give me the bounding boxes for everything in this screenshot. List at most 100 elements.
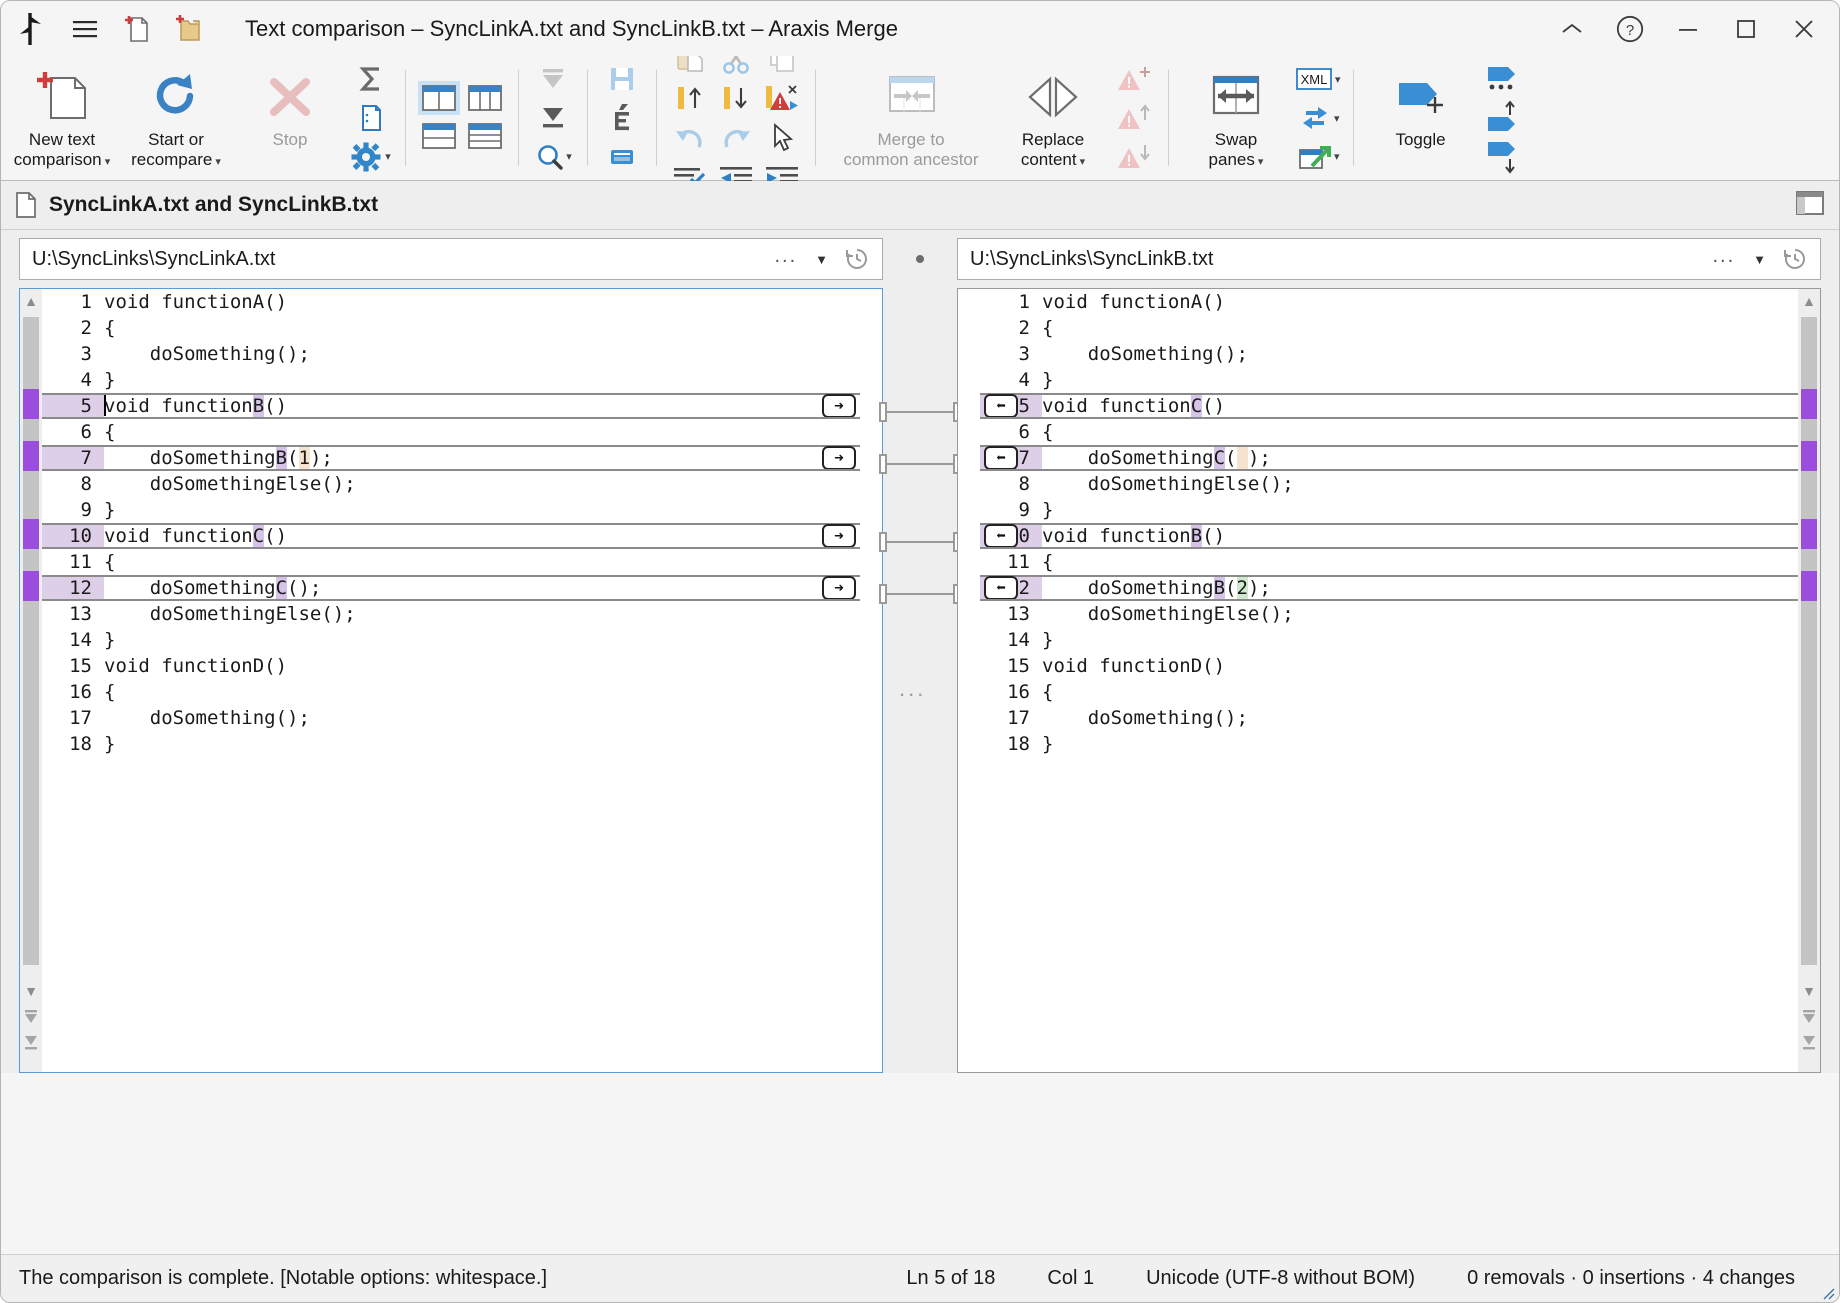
code-line[interactable]: 3 doSomething();	[980, 341, 1798, 367]
code-line[interactable]: 5void functionB()➜	[42, 393, 860, 419]
three-pane-layout-button[interactable]	[462, 78, 508, 118]
new-file-comparison-button[interactable]	[111, 7, 163, 51]
dock-panel-button[interactable]	[1793, 188, 1827, 218]
next-conflict-button[interactable]	[1112, 137, 1156, 176]
code-line[interactable]: 10void functionC()➜	[42, 523, 860, 549]
gutter-scroll-down-arrow[interactable]: ▼	[23, 983, 39, 999]
left-path-history-button[interactable]	[838, 246, 876, 272]
bookmark-down-button[interactable]	[1480, 137, 1524, 176]
first-change-button[interactable]	[531, 60, 575, 99]
chevron-down-icon[interactable]: ▾	[566, 150, 572, 163]
stacked-three-layout-button[interactable]	[462, 118, 508, 158]
code-line[interactable]: 16{	[980, 679, 1798, 705]
status-encoding[interactable]: Unicode (UTF-8 without BOM)	[1120, 1267, 1441, 1290]
right-path-history-button[interactable]	[1776, 246, 1814, 272]
code-line[interactable]: 17 doSomething();	[42, 705, 860, 731]
left-code-lines[interactable]: 1void functionA()2{3 doSomething();4}5vo…	[42, 289, 860, 1072]
options-button[interactable]: ▾	[349, 137, 393, 176]
merge-to-common-ancestor-button[interactable]: Merge to common ancestor	[826, 56, 996, 180]
minimize-button[interactable]	[1659, 4, 1717, 54]
statistics-button[interactable]	[349, 60, 393, 99]
code-line[interactable]: 12 doSomethingC();➜	[42, 575, 860, 601]
code-line[interactable]: 7 doSomethingB(1);➜	[42, 445, 860, 471]
sync-links-button[interactable]: ▾	[1295, 99, 1341, 138]
stacked-two-layout-button[interactable]	[416, 118, 462, 158]
merge-right-button[interactable]: ➜	[822, 524, 856, 548]
chevron-down-icon[interactable]: ▾	[1334, 112, 1340, 125]
right-change-gutter[interactable]: ▲ ▼	[1798, 289, 1820, 1072]
encoding-button[interactable]	[600, 99, 644, 138]
insert-line-below-button[interactable]	[713, 78, 759, 118]
gutter-change-marker[interactable]	[1801, 519, 1817, 549]
gutter-last-change-button[interactable]	[22, 1033, 40, 1053]
two-pane-layout-button[interactable]	[416, 78, 462, 118]
merge-left-button[interactable]: ⬅	[984, 524, 1018, 548]
chevron-down-icon[interactable]: ▾	[102, 156, 111, 168]
toggle-bookmark-button[interactable]: Toggle	[1364, 56, 1478, 180]
code-line[interactable]: 8 doSomethingElse();	[980, 471, 1798, 497]
gutter-change-marker[interactable]	[23, 519, 39, 549]
left-path-dropdown-button[interactable]: ▼	[805, 252, 838, 267]
swap-panes-button[interactable]: Swap panes ▾	[1179, 56, 1293, 180]
delete-line-button[interactable]	[759, 78, 805, 118]
left-browse-button[interactable]: ...	[774, 245, 805, 274]
gutter-change-marker[interactable]	[23, 389, 39, 419]
right-path-field[interactable]: U:\SyncLinks\SyncLinkB.txt ... ▼	[957, 238, 1821, 280]
xml-format-button[interactable]: XML ▾	[1295, 60, 1341, 99]
code-line[interactable]: 18}	[980, 731, 1798, 757]
pointer-button[interactable]	[759, 118, 805, 158]
code-line[interactable]: 6{	[42, 419, 860, 445]
chevron-down-icon[interactable]: ▾	[1255, 156, 1264, 168]
code-line[interactable]: 14}	[42, 627, 860, 653]
start-or-recompare-button[interactable]: Start or recompare ▾	[119, 56, 233, 180]
add-conflict-button[interactable]	[1112, 60, 1156, 99]
code-line[interactable]: 11{	[42, 549, 860, 575]
gutter-first-change-button[interactable]	[1800, 1007, 1818, 1027]
redo-button[interactable]	[713, 118, 759, 158]
code-line[interactable]: 9}	[42, 497, 860, 523]
bookmark-up-button[interactable]	[1480, 99, 1524, 138]
code-line[interactable]: 8 doSomethingElse();	[42, 471, 860, 497]
bookmark-more-button[interactable]	[1480, 60, 1524, 99]
code-line[interactable]: 17 doSomething();	[980, 705, 1798, 731]
code-line[interactable]: 9}	[980, 497, 1798, 523]
gutter-scroll-up-arrow[interactable]: ▲	[23, 293, 39, 309]
code-line[interactable]: 12 doSomethingB(2);⬅	[980, 575, 1798, 601]
gutter-change-marker[interactable]	[23, 571, 39, 601]
code-line[interactable]: 2{	[980, 315, 1798, 341]
right-browse-button[interactable]: ...	[1712, 245, 1743, 274]
merge-right-button[interactable]: ➜	[822, 394, 856, 418]
resize-grip-icon[interactable]	[1821, 1286, 1835, 1300]
gutter-change-marker[interactable]	[1801, 441, 1817, 471]
code-line[interactable]: 3 doSomething();	[42, 341, 860, 367]
undo-button[interactable]	[667, 118, 713, 158]
merge-left-button[interactable]: ⬅	[984, 446, 1018, 470]
chevron-down-icon[interactable]: ▾	[1335, 73, 1341, 86]
merge-right-button[interactable]: ➜	[822, 576, 856, 600]
insert-line-above-button[interactable]	[667, 78, 713, 118]
next-change-button[interactable]	[531, 99, 575, 138]
gutter-last-change-button[interactable]	[1800, 1033, 1818, 1053]
export-button[interactable]: ▾	[1295, 137, 1341, 176]
code-line[interactable]: 11{	[980, 549, 1798, 575]
close-button[interactable]	[1775, 4, 1833, 54]
gutter-scroll-down-arrow[interactable]: ▼	[1801, 983, 1817, 999]
code-line[interactable]: 10void functionB()⬅	[980, 523, 1798, 549]
code-line[interactable]: 2{	[42, 315, 860, 341]
code-line[interactable]: 4}	[42, 367, 860, 393]
new-folder-comparison-button[interactable]	[163, 7, 215, 51]
code-line[interactable]: 15void functionD()	[42, 653, 860, 679]
gutter-change-marker[interactable]	[1801, 571, 1817, 601]
save-button[interactable]	[600, 60, 644, 99]
select-block-button[interactable]	[600, 137, 644, 176]
find-button[interactable]: ▾	[531, 137, 575, 176]
left-change-gutter[interactable]: ▲ ▼	[20, 289, 42, 1072]
right-text-pane[interactable]: 1void functionA()2{3 doSomething();4}5vo…	[957, 288, 1821, 1073]
right-path-dropdown-button[interactable]: ▼	[1743, 252, 1776, 267]
code-line[interactable]: 13 doSomethingElse();	[42, 601, 860, 627]
chevron-down-icon[interactable]: ▾	[1334, 150, 1340, 163]
help-button[interactable]: ?	[1601, 4, 1659, 54]
merge-right-button[interactable]: ➜	[822, 446, 856, 470]
left-path-field[interactable]: U:\SyncLinks\SyncLinkA.txt ... ▼	[19, 238, 883, 280]
chevron-down-icon[interactable]: ▾	[212, 156, 221, 168]
